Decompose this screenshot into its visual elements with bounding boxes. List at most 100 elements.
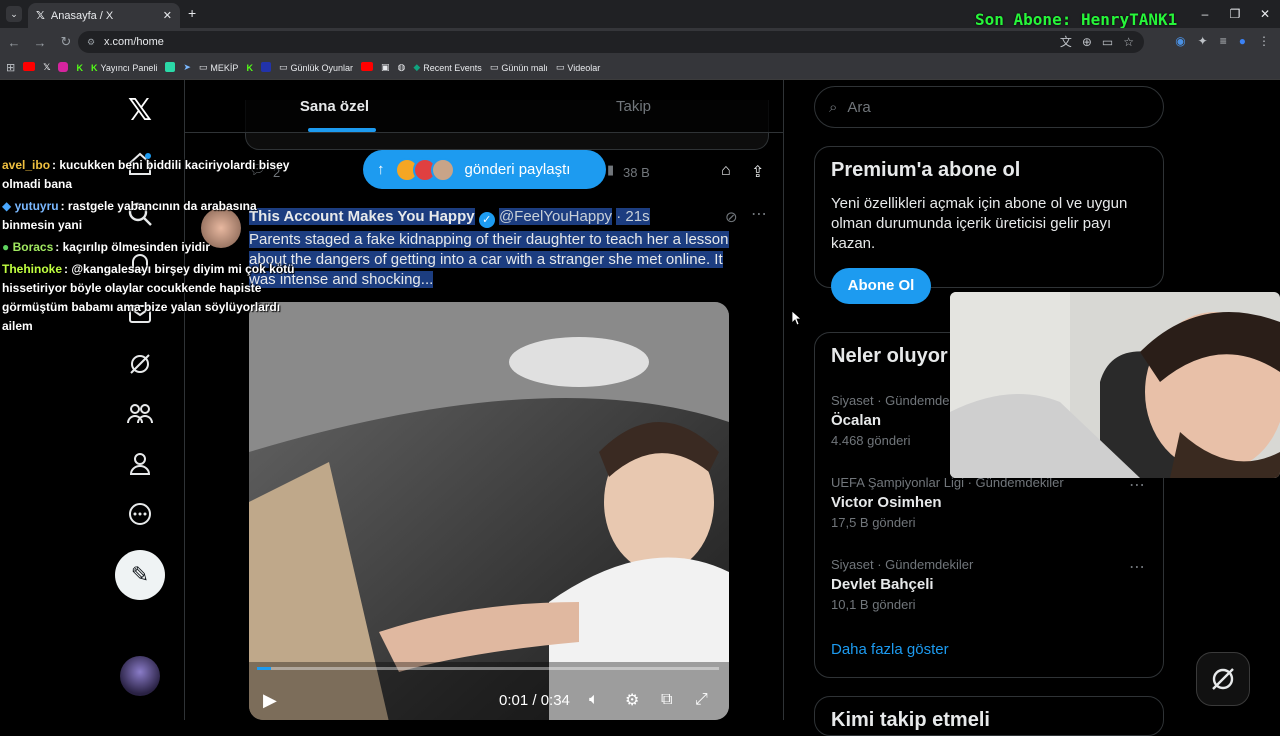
tweet-more-icon[interactable]: ⋯ bbox=[751, 204, 767, 224]
show-more-link[interactable]: Daha fazla göster bbox=[831, 641, 949, 658]
kick-bookmark-icon[interactable]: K bbox=[76, 63, 83, 73]
play-bookmark-icon[interactable]: ➤ bbox=[183, 62, 191, 73]
gamepad-bookmark-icon[interactable]: ▣ bbox=[381, 62, 390, 73]
media-icon[interactable]: ≡ bbox=[1220, 34, 1227, 48]
blue-bookmark-icon[interactable] bbox=[260, 61, 271, 74]
bookmark-label: Recent Events bbox=[423, 62, 482, 73]
restore-icon[interactable]: ❐ bbox=[1220, 0, 1250, 28]
share-icon[interactable]: ⇪ bbox=[751, 162, 764, 182]
x-logo-icon[interactable]: 𝕏 bbox=[114, 84, 166, 136]
who-to-follow-card: Kimi takip etmeli bbox=[814, 696, 1164, 736]
folder-icon: ▭ bbox=[489, 62, 499, 72]
folder-icon: ▭ bbox=[555, 62, 565, 72]
more-icon[interactable] bbox=[114, 488, 166, 540]
fullscreen-icon[interactable]: ⤢ bbox=[695, 691, 708, 709]
account-avatar[interactable] bbox=[120, 656, 160, 696]
youtube-bookmark-icon[interactable] bbox=[23, 62, 36, 73]
communities-icon[interactable] bbox=[114, 388, 166, 440]
site-info-icon[interactable]: ⚙ bbox=[87, 31, 95, 53]
chat-username: yutuyru bbox=[14, 199, 59, 213]
cast-icon[interactable]: ▭ bbox=[1102, 31, 1113, 53]
puzzle-icon[interactable]: ✦ bbox=[1198, 34, 1208, 48]
trend-context: Siyaset · Gündemdekiler bbox=[831, 557, 974, 572]
reload-icon[interactable]: ↻ bbox=[54, 34, 78, 50]
stream-chat-overlay: avel_ibo: kucukken beni biddili kaciriyo… bbox=[2, 156, 302, 339]
settings-icon[interactable]: ⚙ bbox=[625, 690, 639, 710]
new-tab-icon[interactable]: + bbox=[188, 5, 196, 21]
close-window-icon[interactable]: ✕ bbox=[1250, 0, 1280, 28]
bookmark-app-icon[interactable] bbox=[165, 61, 176, 74]
trend-item[interactable]: UEFA Şampiyonlar Ligi · Gündemdekiler Vi… bbox=[831, 475, 1064, 530]
x-bookmark-icon[interactable]: 𝕏 bbox=[43, 62, 50, 73]
views-icon[interactable]: ▮ bbox=[607, 162, 614, 178]
bookmark-item[interactable]: ▭ Günlük Oyunlar bbox=[279, 62, 353, 73]
bookmark-item[interactable]: ▭ Günün malı bbox=[490, 62, 548, 73]
extension-icon[interactable]: ◉ bbox=[1175, 34, 1185, 48]
new-posts-pill[interactable]: ↑ gönderi paylaştı bbox=[363, 150, 606, 189]
chat-message: ● Boracs: kaçırılıp ölmesinden iyidir bbox=[2, 238, 302, 257]
minimize-icon[interactable]: – bbox=[1190, 0, 1220, 28]
bookmark-item[interactable]: K Yayıncı Paneli bbox=[91, 63, 157, 73]
grok-explain-icon[interactable]: ⊘ bbox=[725, 208, 738, 226]
tweet-header: This Account Makes You Happy ✓ @FeelYouH… bbox=[249, 208, 650, 228]
trend-item[interactable]: Siyaset · Gündemde Öcalan 4.468 gönderi bbox=[831, 393, 950, 448]
bookmark-label: Günün malı bbox=[501, 62, 548, 73]
bookmarks-bar: ⊞ 𝕏 K K Yayıncı Paneli ➤ ▭ MEKİP K ▭ Günlük… bbox=[0, 56, 1280, 80]
video-progress-track[interactable] bbox=[257, 667, 719, 670]
webcam-overlay bbox=[950, 292, 1280, 478]
verified-badge-icon: ✓ bbox=[478, 212, 495, 228]
browser-tab[interactable]: 𝕏 Anasayfa / X ✕ bbox=[28, 3, 180, 28]
grok-icon[interactable] bbox=[114, 338, 166, 390]
extensions-area: ◉ ✦ ≡ ● ⋮ bbox=[1175, 34, 1270, 48]
badge-icon: ● bbox=[2, 240, 10, 254]
forward-icon[interactable]: → bbox=[28, 35, 52, 50]
bookmark-label: Videolar bbox=[567, 62, 601, 73]
pill-label: gönderi paylaştı bbox=[464, 161, 571, 178]
tab-search-icon[interactable]: ⌄ bbox=[6, 6, 22, 22]
video-time: 0:01 / 0:34 bbox=[499, 691, 570, 709]
subscribe-button[interactable]: Abone Ol bbox=[831, 268, 931, 304]
bookmark-star-icon[interactable]: ☆ bbox=[1123, 31, 1134, 53]
trend-more-icon[interactable]: ⋯ bbox=[1129, 557, 1145, 577]
bookmark-icon[interactable]: ⌂ bbox=[721, 162, 731, 180]
post-button[interactable]: ✎ bbox=[115, 550, 165, 600]
close-tab-icon[interactable]: ✕ bbox=[163, 9, 172, 22]
menu-icon[interactable]: ⋮ bbox=[1258, 34, 1270, 48]
trend-count: 10,1 B gönderi bbox=[831, 597, 916, 612]
bookmark-item[interactable]: ▭ Videolar bbox=[556, 62, 600, 73]
tweet-video[interactable]: ▶ 0:01 / 0:34 🔈︎ ⚙ ⧉ ⤢ bbox=[249, 302, 729, 720]
back-icon[interactable]: ← bbox=[2, 35, 26, 50]
url-field[interactable]: ⚙ x.com/home 文 ⊕ ▭ ☆ bbox=[78, 31, 1144, 53]
video-progress-fill bbox=[257, 667, 271, 670]
search-input[interactable]: ⌕ Ara bbox=[814, 86, 1164, 128]
tab-for-you[interactable]: Sana özel bbox=[185, 80, 484, 132]
profile-icon[interactable]: ● bbox=[1239, 34, 1246, 48]
bookmark-item[interactable]: ▭ MEKİP bbox=[199, 62, 239, 73]
apps-icon[interactable]: ⊞ bbox=[6, 61, 15, 74]
volume-icon[interactable]: 🔈︎ bbox=[589, 691, 599, 709]
zoom-icon[interactable]: ⊕ bbox=[1082, 31, 1092, 53]
globe-bookmark-icon[interactable]: ◍ bbox=[398, 62, 406, 73]
chat-username: Thehinoke bbox=[2, 262, 63, 276]
pip-icon[interactable]: ⧉ bbox=[661, 691, 672, 709]
profile-icon[interactable] bbox=[114, 438, 166, 490]
tweet-body: Parents staged a fake kidnapping of thei… bbox=[249, 231, 729, 288]
bookmark-item[interactable]: ◆ Recent Events bbox=[413, 62, 481, 73]
tab-following[interactable]: Takip bbox=[484, 80, 783, 132]
grok-floating-button[interactable] bbox=[1196, 652, 1250, 706]
play-icon[interactable]: ▶ bbox=[263, 690, 277, 711]
trend-name: Devlet Bahçeli bbox=[831, 576, 934, 593]
kick-icon: K bbox=[90, 62, 98, 73]
tweet-handle[interactable]: @FeelYouHappy bbox=[498, 208, 613, 225]
tweet-time[interactable]: · 21s bbox=[616, 208, 650, 225]
tweet-text: Parents staged a fake kidnapping of thei… bbox=[249, 230, 749, 290]
trend-item[interactable]: Siyaset · Gündemdekiler Devlet Bahçeli 1… bbox=[831, 557, 973, 612]
kick-bookmark-icon[interactable]: K bbox=[246, 63, 253, 73]
trend-more-icon[interactable]: ⋯ bbox=[1129, 475, 1145, 495]
omnibox-actions: 文 ⊕ ▭ ☆ bbox=[1060, 31, 1134, 53]
youtube-bookmark-icon[interactable] bbox=[360, 62, 373, 73]
compose-feather-icon: ✎ bbox=[130, 562, 150, 587]
folder-icon: ▭ bbox=[198, 62, 208, 72]
instagram-bookmark-icon[interactable] bbox=[58, 61, 69, 74]
translate-icon[interactable]: 文 bbox=[1060, 31, 1072, 53]
